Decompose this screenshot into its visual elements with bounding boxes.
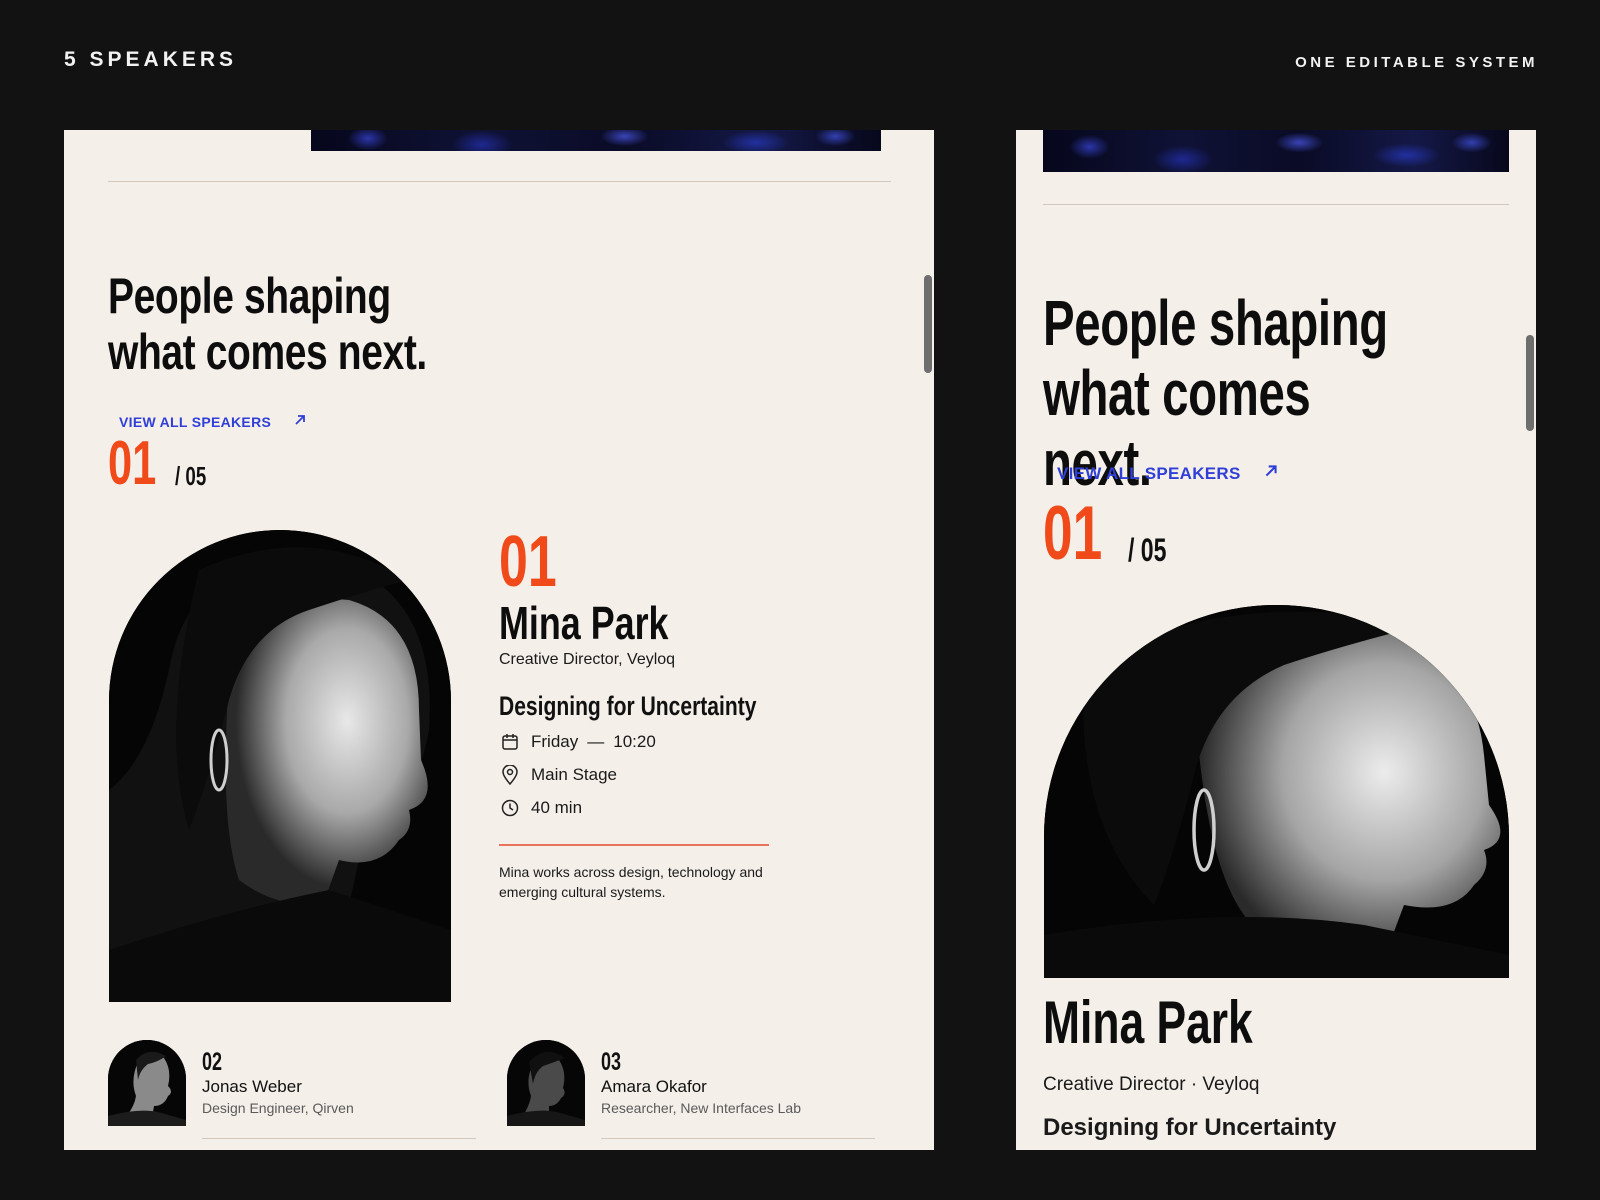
talk-title: Designing for Uncertainty: [499, 691, 757, 721]
desktop-preview: People shaping what comes next. VIEW ALL…: [64, 130, 934, 1150]
view-all-label: VIEW ALL SPEAKERS: [1057, 463, 1241, 483]
arrow-up-right-icon: [293, 413, 307, 430]
talk-location-text: Main Stage: [531, 765, 617, 784]
arrow-up-right-icon: [1263, 463, 1279, 484]
speaker-thumbnail: [507, 1040, 585, 1126]
view-all-label: VIEW ALL SPEAKERS: [119, 413, 272, 430]
talk-day: Friday: [531, 732, 579, 751]
slide-counter: 01 / 05: [108, 433, 218, 495]
talk-schedule: Friday — 10:20: [499, 730, 799, 754]
view-all-speakers-link[interactable]: VIEW ALL SPEAKERS: [1057, 463, 1279, 484]
speaker-card[interactable]: 02 Jonas Weber Design Engineer, Qirven: [108, 1040, 488, 1140]
speaker-role: Creative Director · Veyloq: [1043, 1074, 1260, 1095]
speaker-name: Jonas Weber: [202, 1077, 302, 1096]
mobile-preview: People shaping what comes next. VIEW ALL…: [1016, 130, 1536, 1150]
slide-counter: 01 / 05: [1043, 496, 1181, 572]
talk-time: 10:20: [613, 732, 656, 751]
schedule-separator: —: [587, 732, 605, 751]
hero-image-strip: [1043, 130, 1509, 172]
talk-duration-text: 40 min: [531, 798, 583, 817]
featured-speaker-portrait[interactable]: [1044, 605, 1509, 978]
accent-divider: [499, 844, 769, 846]
scrollbar-thumb[interactable]: [924, 275, 932, 373]
card-divider: [601, 1138, 875, 1139]
section-divider: [1043, 204, 1509, 205]
speaker-name: Mina Park: [499, 597, 669, 649]
talk-location: Main Stage: [499, 763, 799, 787]
speaker-name: Mina Park: [1043, 989, 1253, 1056]
scrollbar-thumb[interactable]: [1526, 335, 1534, 431]
calendar-icon: [499, 731, 521, 753]
clock-icon: [499, 797, 521, 819]
speaker-thumbnail: [108, 1040, 186, 1126]
speaker-role: Researcher, New Interfaces Lab: [601, 1100, 801, 1116]
talk-duration: 40 min: [499, 796, 799, 820]
hero-image-strip: [311, 130, 881, 151]
total-slides: / 05: [174, 461, 207, 491]
location-pin-icon: [499, 764, 521, 786]
system-tagline: ONE EDITABLE SYSTEM: [1295, 54, 1538, 71]
speaker-number: 01: [499, 522, 557, 602]
speaker-number: 03: [601, 1048, 622, 1076]
speaker-role: Creative Director, Veyloq: [499, 651, 676, 668]
speaker-card[interactable]: 03 Amara Okafor Researcher, New Interfac…: [507, 1040, 887, 1140]
speaker-bio: Mina works across design, technology and…: [499, 864, 763, 900]
speaker-number: 02: [202, 1048, 223, 1076]
section-divider: [108, 181, 891, 182]
section-headline: People shaping what comes next.: [108, 268, 427, 380]
featured-speaker-portrait[interactable]: [109, 530, 451, 1002]
current-slide-number: 01: [1043, 491, 1103, 576]
speaker-role: Design Engineer, Qirven: [202, 1100, 354, 1116]
current-slide-number: 01: [108, 429, 157, 498]
speaker-name: Amara Okafor: [601, 1077, 707, 1096]
total-slides: / 05: [1127, 532, 1166, 568]
talk-title: Designing for Uncertainty: [1043, 1114, 1337, 1141]
card-divider: [202, 1138, 476, 1139]
speakers-count-label: 5 SPEAKERS: [64, 48, 238, 71]
view-all-speakers-link[interactable]: VIEW ALL SPEAKERS: [119, 413, 307, 430]
featured-speaker-details: 01 Mina Park Creative Director, Veyloq D…: [499, 525, 799, 902]
